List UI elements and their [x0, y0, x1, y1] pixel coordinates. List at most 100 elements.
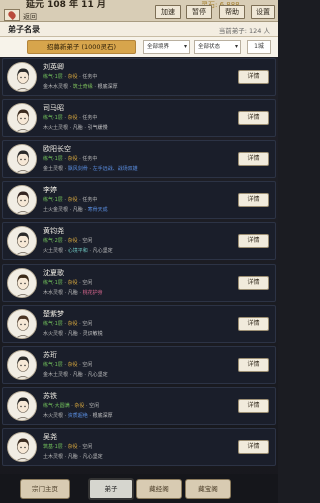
realm-filter-select[interactable]: 全部境界 ▾	[143, 40, 190, 54]
disciple-avatar	[7, 226, 37, 256]
disciple-realm: 练气·1层	[43, 74, 63, 80]
disciple-status: 空闲	[82, 321, 93, 327]
disciple-card[interactable]: 司马昭 练气·1层 · 杂役 · 任务中 木火土灵根 · 凡胎 · 引气缓慢 详…	[2, 99, 276, 137]
disciple-card[interactable]: 苏铁 练气·大圆满 · 杂役 · 空闲 木火灵根 · 资质超绝 · 根底深厚 详…	[2, 387, 276, 425]
nav-disciples[interactable]: 弟子	[88, 478, 134, 500]
disciple-talent: 飘风剑骨	[67, 166, 88, 172]
detail-button[interactable]: 详情	[238, 234, 269, 248]
section-header: 弟子名录 当前弟子: 124 人	[0, 22, 278, 37]
disciple-card[interactable]: 刘英卿 练气·1层 · 杂役 · 任务中 金木水灵根 · 筑士奇缘 · 根底深厚…	[2, 58, 276, 96]
disciple-trait: 引气缓慢	[87, 125, 108, 131]
disciple-name: 欧阳长空	[43, 145, 71, 153]
disciple-trait-line: 金木土灵根 · 凡胎 · 凡心坚定	[43, 372, 108, 378]
disciple-talent: 凡胎	[72, 125, 83, 131]
disciple-root: 土火金灵根	[43, 207, 69, 213]
disciple-status: 空闲	[82, 444, 93, 450]
disciple-grade: 杂役	[67, 362, 78, 368]
disciple-trait: 凡心坚定	[92, 248, 113, 254]
map-button[interactable]	[4, 9, 20, 21]
disciple-name: 楚紫梦	[43, 310, 64, 318]
filter-bar: 招募新弟子 (1000灵石) 全部境界 ▾ 全部状态 ▾ 1城	[0, 37, 278, 57]
disciple-name: 司马昭	[43, 104, 64, 112]
disciple-status: 空闲	[89, 403, 100, 409]
disciple-root: 土木灵根	[43, 454, 64, 460]
disciple-card[interactable]: 沈夏歌 练气·1层 · 杂役 · 空闲 木水灵根 · 凡胎 · 桃花护身 详情	[2, 264, 276, 302]
disciple-talent: 凡胎	[72, 372, 83, 378]
disciple-card[interactable]: 吴尧 筑基·1层 · 杂役 · 空闲 土木灵根 · 凡胎 · 凡心坚定 详情	[2, 428, 276, 466]
disciple-avatar	[7, 350, 37, 380]
disciple-card[interactable]: 楚紫梦 练气·1层 · 杂役 · 空闲 水火灵根 · 凡胎 · 灵识敏锐 详情	[2, 305, 276, 343]
disciple-realm: 练气·大圆满	[43, 403, 70, 409]
disciple-root: 金木水灵根	[43, 84, 69, 90]
chevron-down-icon: ▾	[183, 43, 187, 50]
settings-button[interactable]: 设置	[251, 5, 275, 19]
nav-treasury[interactable]: 藏宝阁	[185, 479, 231, 499]
disciple-realm: 练气·1层	[43, 362, 63, 368]
detail-button[interactable]: 详情	[238, 111, 269, 125]
app-root: 延元 108 年 11 月 返回 灵石: 6,888 加速 暂停 帮助 设置 弟…	[0, 0, 278, 503]
disciple-name: 沈夏歌	[43, 269, 64, 277]
pause-button[interactable]: 暂停	[186, 5, 212, 19]
detail-button[interactable]: 详情	[238, 440, 269, 454]
disciple-status-line: 练气·1层 · 杂役 · 任务中	[43, 115, 98, 121]
disciple-root: 木火灵根	[43, 413, 64, 419]
disciple-status-line: 练气·大圆满 · 杂役 · 空闲	[43, 403, 100, 409]
disciple-realm: 练气·1层	[43, 280, 63, 286]
recruit-button[interactable]: 招募新弟子 (1000灵石)	[27, 40, 136, 54]
disciple-trait: 根底深厚	[92, 413, 113, 419]
help-button[interactable]: 帮助	[219, 5, 245, 19]
detail-button[interactable]: 详情	[238, 399, 269, 413]
disciple-card[interactable]: 欧阳长空 练气·1层 · 杂役 · 任务中 金土灵根 · 飘风剑骨 · 左手远战…	[2, 140, 276, 178]
disciple-status-line: 筑基·1层 · 杂役 · 空闲	[43, 444, 93, 450]
disciple-name: 黄钧尧	[43, 227, 64, 235]
detail-button[interactable]: 详情	[238, 152, 269, 166]
city-filter-button[interactable]: 1城	[247, 40, 271, 54]
disciple-status-line: 练气·1层 · 杂役 · 空闲	[43, 280, 93, 286]
disciple-realm: 练气·1层	[43, 197, 63, 203]
portrait-icon	[8, 63, 36, 91]
disciple-avatar	[7, 391, 37, 421]
portrait-icon	[8, 351, 36, 379]
disciple-list[interactable]: 刘英卿 练气·1层 · 杂役 · 任务中 金木水灵根 · 筑士奇缘 · 根底深厚…	[0, 58, 278, 472]
nav-library[interactable]: 藏经阁	[136, 479, 182, 499]
detail-button[interactable]: 详情	[238, 193, 269, 207]
disciple-avatar	[7, 432, 37, 462]
disciple-status: 任务中	[82, 197, 98, 203]
chevron-down-icon: ▾	[234, 43, 238, 50]
disciple-trait-line: 火土灵根 · 心境平和 · 凡心坚定	[43, 248, 113, 254]
disciple-avatar	[7, 309, 37, 339]
nav-sect-home[interactable]: 宗门主页	[20, 479, 70, 499]
disciple-root: 木火土灵根	[43, 125, 69, 131]
disciple-name: 苏珩	[43, 351, 57, 359]
portrait-icon	[8, 227, 36, 255]
disciple-card[interactable]: 李婷 练气·1层 · 杂役 · 任务中 土火金灵根 · 凡胎 · 寒骨天成 详情	[2, 181, 276, 219]
disciple-grade: 杂役	[67, 280, 78, 286]
disciple-root: 金土灵根	[43, 166, 64, 172]
disciple-avatar	[7, 103, 37, 133]
disciple-realm: 练气·2层	[43, 238, 63, 244]
bottom-nav: 宗门主页 弟子 藏经阁 藏宝阁	[0, 474, 278, 503]
disciple-grade: 杂役	[67, 156, 78, 162]
disciple-trait: 凡心坚定	[87, 372, 108, 378]
disciple-card[interactable]: 苏珩 练气·1层 · 杂役 · 空闲 金木土灵根 · 凡胎 · 凡心坚定 详情	[2, 346, 276, 384]
detail-button[interactable]: 详情	[238, 358, 269, 372]
disciple-name: 李婷	[43, 186, 57, 194]
disciple-talent: 凡胎	[67, 331, 78, 337]
disciple-status: 空闲	[82, 362, 93, 368]
portrait-icon	[8, 392, 36, 420]
detail-button[interactable]: 详情	[238, 276, 269, 290]
disciple-status: 任务中	[82, 156, 98, 162]
return-label[interactable]: 返回	[23, 12, 37, 22]
speed-button[interactable]: 加速	[155, 5, 181, 19]
status-filter-select[interactable]: 全部状态 ▾	[194, 40, 241, 54]
disciple-realm: 练气·1层	[43, 321, 63, 327]
disciple-trait: 灵识敏锐	[82, 331, 103, 337]
disciple-card[interactable]: 黄钧尧 练气·2层 · 杂役 · 空闲 火土灵根 · 心境平和 · 凡心坚定 详…	[2, 222, 276, 260]
disciple-talent: 凡胎	[67, 454, 78, 460]
disciple-talent: 资质超绝	[67, 413, 88, 419]
detail-button[interactable]: 详情	[238, 317, 269, 331]
portrait-icon	[8, 186, 36, 214]
detail-button[interactable]: 详情	[238, 70, 269, 84]
disciple-talent: 凡胎	[67, 290, 78, 296]
map-pin-icon	[7, 10, 17, 20]
